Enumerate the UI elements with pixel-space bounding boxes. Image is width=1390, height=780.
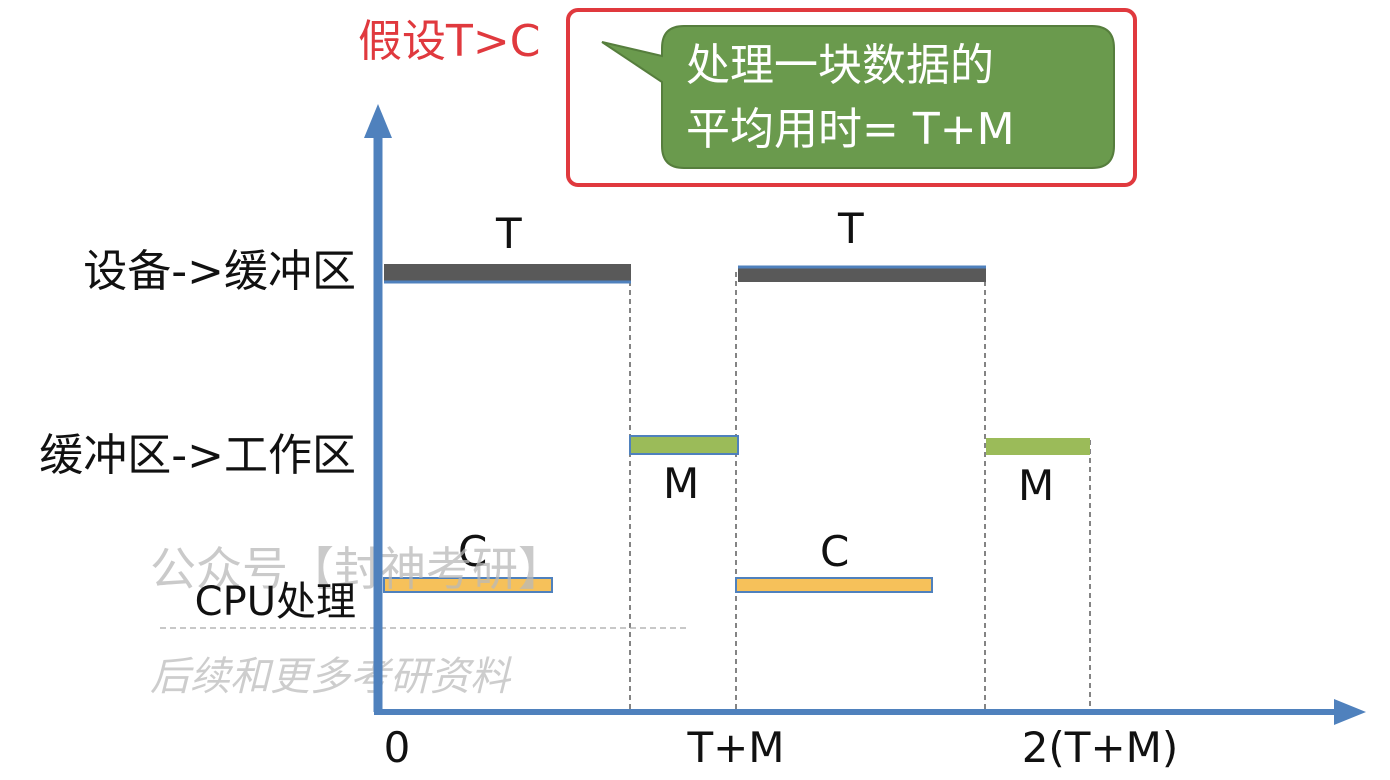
y-axis-arrow [364,104,392,138]
x-tick-0: 0 [384,723,411,772]
x-axis-arrow [1334,699,1366,725]
row-label-device-to-buffer: 设备->缓冲区 [83,246,356,297]
callout-line-1: 处理一块数据的 [686,40,994,91]
row-label-cpu: CPU处理 [195,579,356,625]
label-m-2: M [1018,461,1054,510]
label-c-2: C [820,527,849,576]
row-label-buffer-to-work: 缓冲区->工作区 [39,430,356,481]
callout-line-2: 平均用时= T+M [686,104,1015,155]
label-t-1: T [495,209,522,258]
bar-device-to-buffer-1 [384,264,631,282]
label-t-2: T [837,204,864,253]
bar-buffer-to-work-1 [629,435,739,455]
watermark-line-2: 后续和更多考研资料 [150,654,512,700]
double-buffer-timing-diagram: 处理一块数据的 平均用时= T+M 假设T>C T T M M C C 公众号【… [39,8,1366,772]
x-tick-t-plus-m: T+M [686,723,784,772]
assumption-label: 假设T>C [358,16,540,67]
bar-buffer-to-work-2 [986,438,1090,455]
axes [364,104,1366,725]
label-m-1: M [663,459,699,508]
bar-cpu-2 [735,577,933,593]
x-tick-2-t-plus-m: 2(T+M) [1022,723,1179,772]
